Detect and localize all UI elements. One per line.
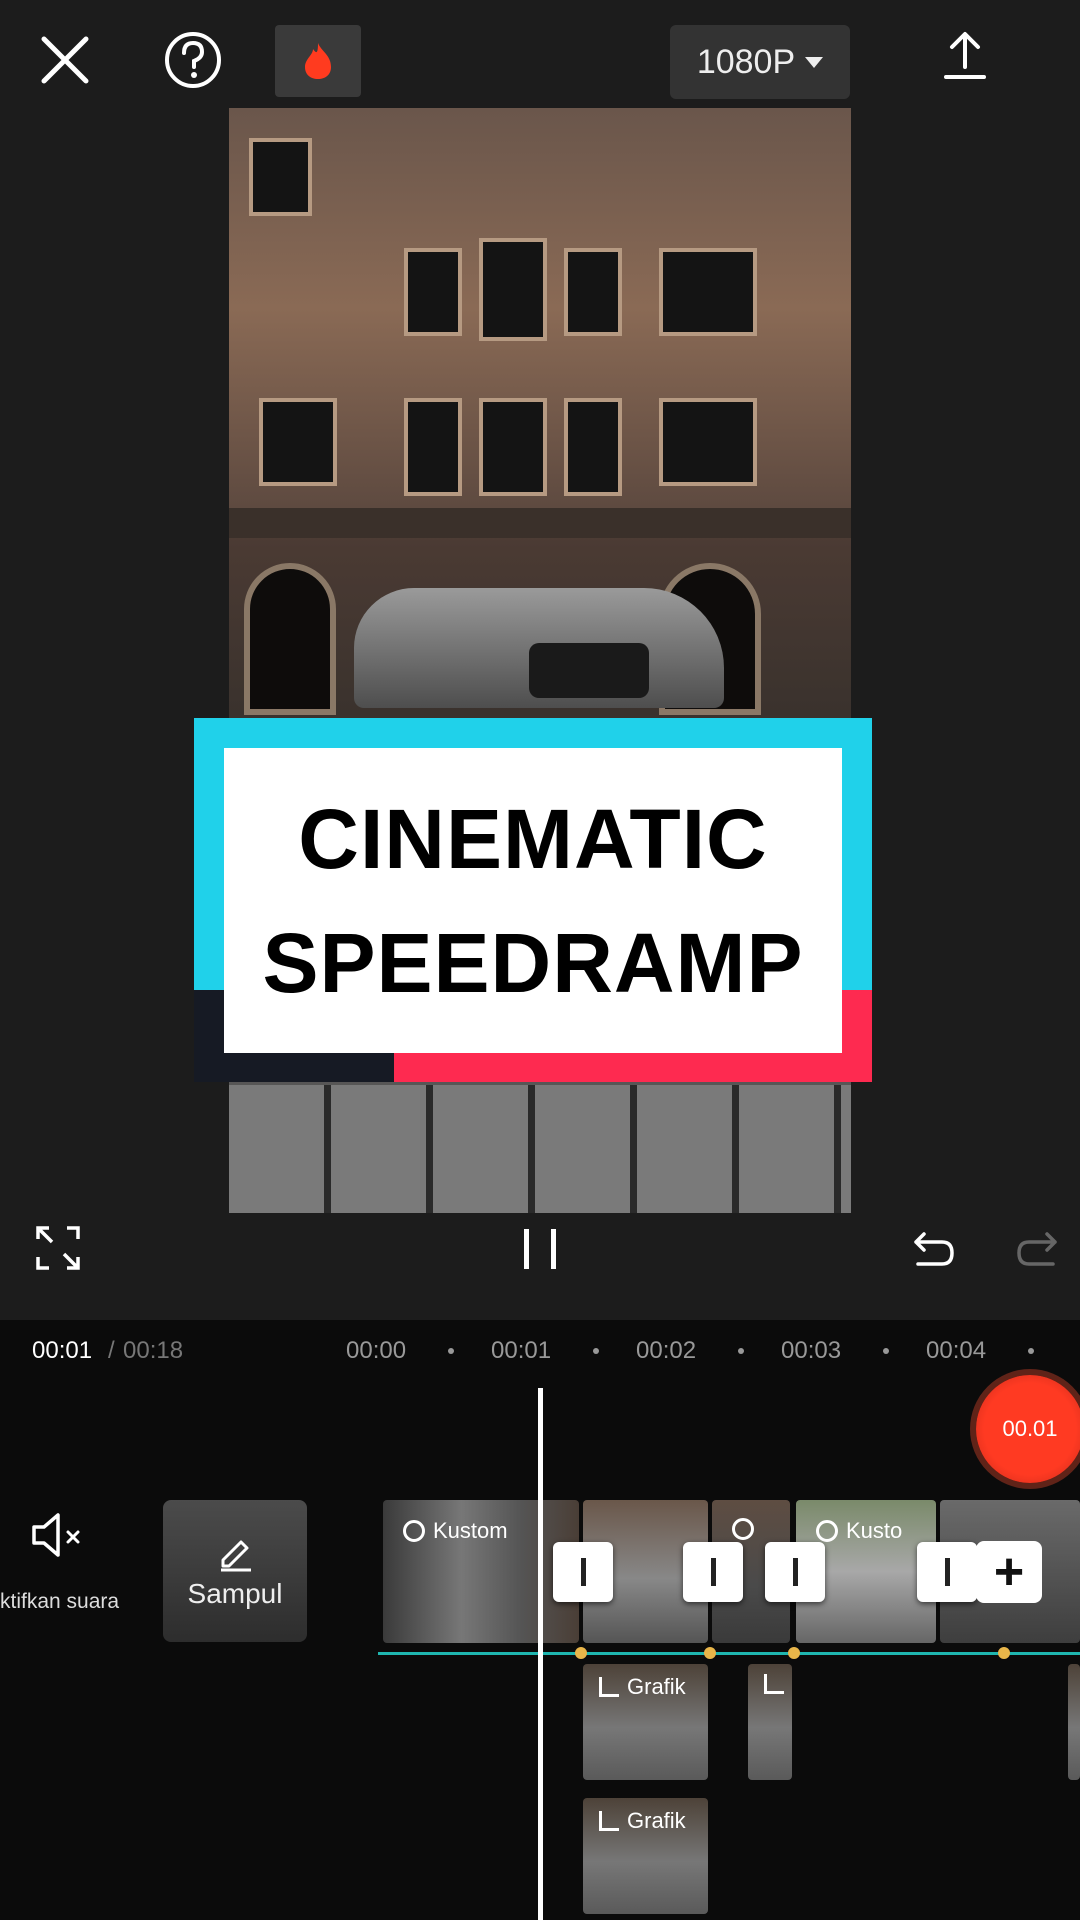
ruler-tick: 00:02 (636, 1337, 697, 1364)
clip-speed-label (732, 1518, 754, 1540)
export-button[interactable] (930, 22, 1000, 92)
undo-button[interactable] (912, 1226, 956, 1270)
window (249, 138, 312, 216)
overlay-clip[interactable]: Grafik (583, 1798, 708, 1914)
fullscreen-button[interactable] (35, 1225, 81, 1271)
ruler-tick: 00:01 (491, 1337, 552, 1364)
clip-label-text: Kusto (846, 1518, 903, 1543)
ruler-dot (738, 1348, 744, 1354)
overlay-label-text: Grafik (627, 1674, 686, 1699)
keyframe-track (378, 1652, 1080, 1655)
total-time: 00:18 (123, 1337, 184, 1364)
window (564, 248, 622, 336)
close-icon (41, 36, 89, 84)
ruler-tick: 00:03 (781, 1337, 842, 1364)
time-separator: / (108, 1337, 115, 1364)
overlay-label: Grafik (599, 1674, 686, 1700)
window (479, 398, 547, 496)
window (564, 398, 622, 496)
redo-icon (1017, 1232, 1057, 1266)
undo-icon (914, 1232, 954, 1266)
speaker-mute-icon (32, 1513, 80, 1557)
graph-icon (764, 1674, 784, 1694)
speed-icon (403, 1520, 425, 1542)
cobblestone-ground (229, 1085, 851, 1213)
window (659, 248, 757, 336)
plus-icon: + (993, 1543, 1025, 1601)
resolution-dropdown[interactable]: 1080P (670, 25, 850, 99)
window (259, 398, 337, 486)
clip-label-text: Kustom (433, 1518, 508, 1543)
overlay-label: Grafik (599, 1808, 686, 1834)
cover-label: Sampul (187, 1578, 283, 1609)
speed-icon (732, 1518, 754, 1540)
keyframe-dot[interactable] (704, 1647, 716, 1659)
help-button[interactable] (158, 25, 228, 95)
ruler-tick: 00:04 (926, 1337, 987, 1364)
mute-label: ktifkan suara (0, 1590, 120, 1613)
title-card[interactable]: CINEMATIC SPEEDRAMP (224, 748, 842, 1053)
overlay-label-text: Grafik (627, 1808, 686, 1833)
ruler-dot (883, 1348, 889, 1354)
record-badge[interactable]: 00.01 (976, 1375, 1080, 1483)
overlay-clip[interactable]: Grafik (583, 1664, 708, 1780)
mute-button[interactable] (30, 1510, 86, 1560)
fullscreen-icon (36, 1226, 80, 1270)
flame-icon (305, 43, 331, 79)
overlay-clip[interactable] (748, 1664, 792, 1780)
overlay-clip[interactable] (1068, 1664, 1080, 1780)
overlay-label (764, 1674, 784, 1694)
car-image (354, 588, 724, 708)
title-line-2: SPEEDRAMP (262, 915, 804, 1010)
playhead[interactable] (538, 1388, 543, 1920)
graph-icon (599, 1811, 619, 1831)
window (479, 238, 547, 341)
window (404, 248, 462, 336)
transition-handle[interactable] (765, 1542, 825, 1602)
ruler-dot (448, 1348, 454, 1354)
video-clip[interactable]: Kustom (383, 1500, 579, 1643)
keyframe-dot[interactable] (788, 1647, 800, 1659)
resolution-label: 1080P (696, 42, 796, 81)
keyframe-dot[interactable] (998, 1647, 1010, 1659)
archway (244, 563, 336, 715)
pause-icon (524, 1229, 556, 1269)
pencil-icon (215, 1532, 255, 1572)
help-icon (165, 32, 221, 88)
clip-speed-label: Kustom (403, 1518, 508, 1544)
chevron-down-icon (805, 56, 824, 68)
ruler-dot (593, 1348, 599, 1354)
balcony (229, 508, 851, 538)
window (404, 398, 462, 496)
graph-icon (599, 1677, 619, 1697)
transition-handle[interactable] (917, 1542, 977, 1602)
ruler-dot (1028, 1348, 1034, 1354)
add-clip-button[interactable]: + (976, 1541, 1042, 1603)
ruler-tick: 00:00 (346, 1337, 407, 1364)
speed-icon (816, 1520, 838, 1542)
transition-handle[interactable] (683, 1542, 743, 1602)
clip-speed-label: Kusto (816, 1518, 902, 1544)
trending-button[interactable] (275, 25, 361, 97)
transition-handle[interactable] (553, 1542, 613, 1602)
keyframe-dot[interactable] (575, 1647, 587, 1659)
title-line-1: CINEMATIC (298, 791, 768, 886)
current-time: 00:01 (32, 1337, 93, 1364)
close-button[interactable] (30, 25, 100, 95)
pause-button[interactable] (520, 1225, 560, 1273)
window (659, 398, 757, 486)
redo-button[interactable] (1015, 1226, 1059, 1270)
export-icon (944, 32, 986, 79)
